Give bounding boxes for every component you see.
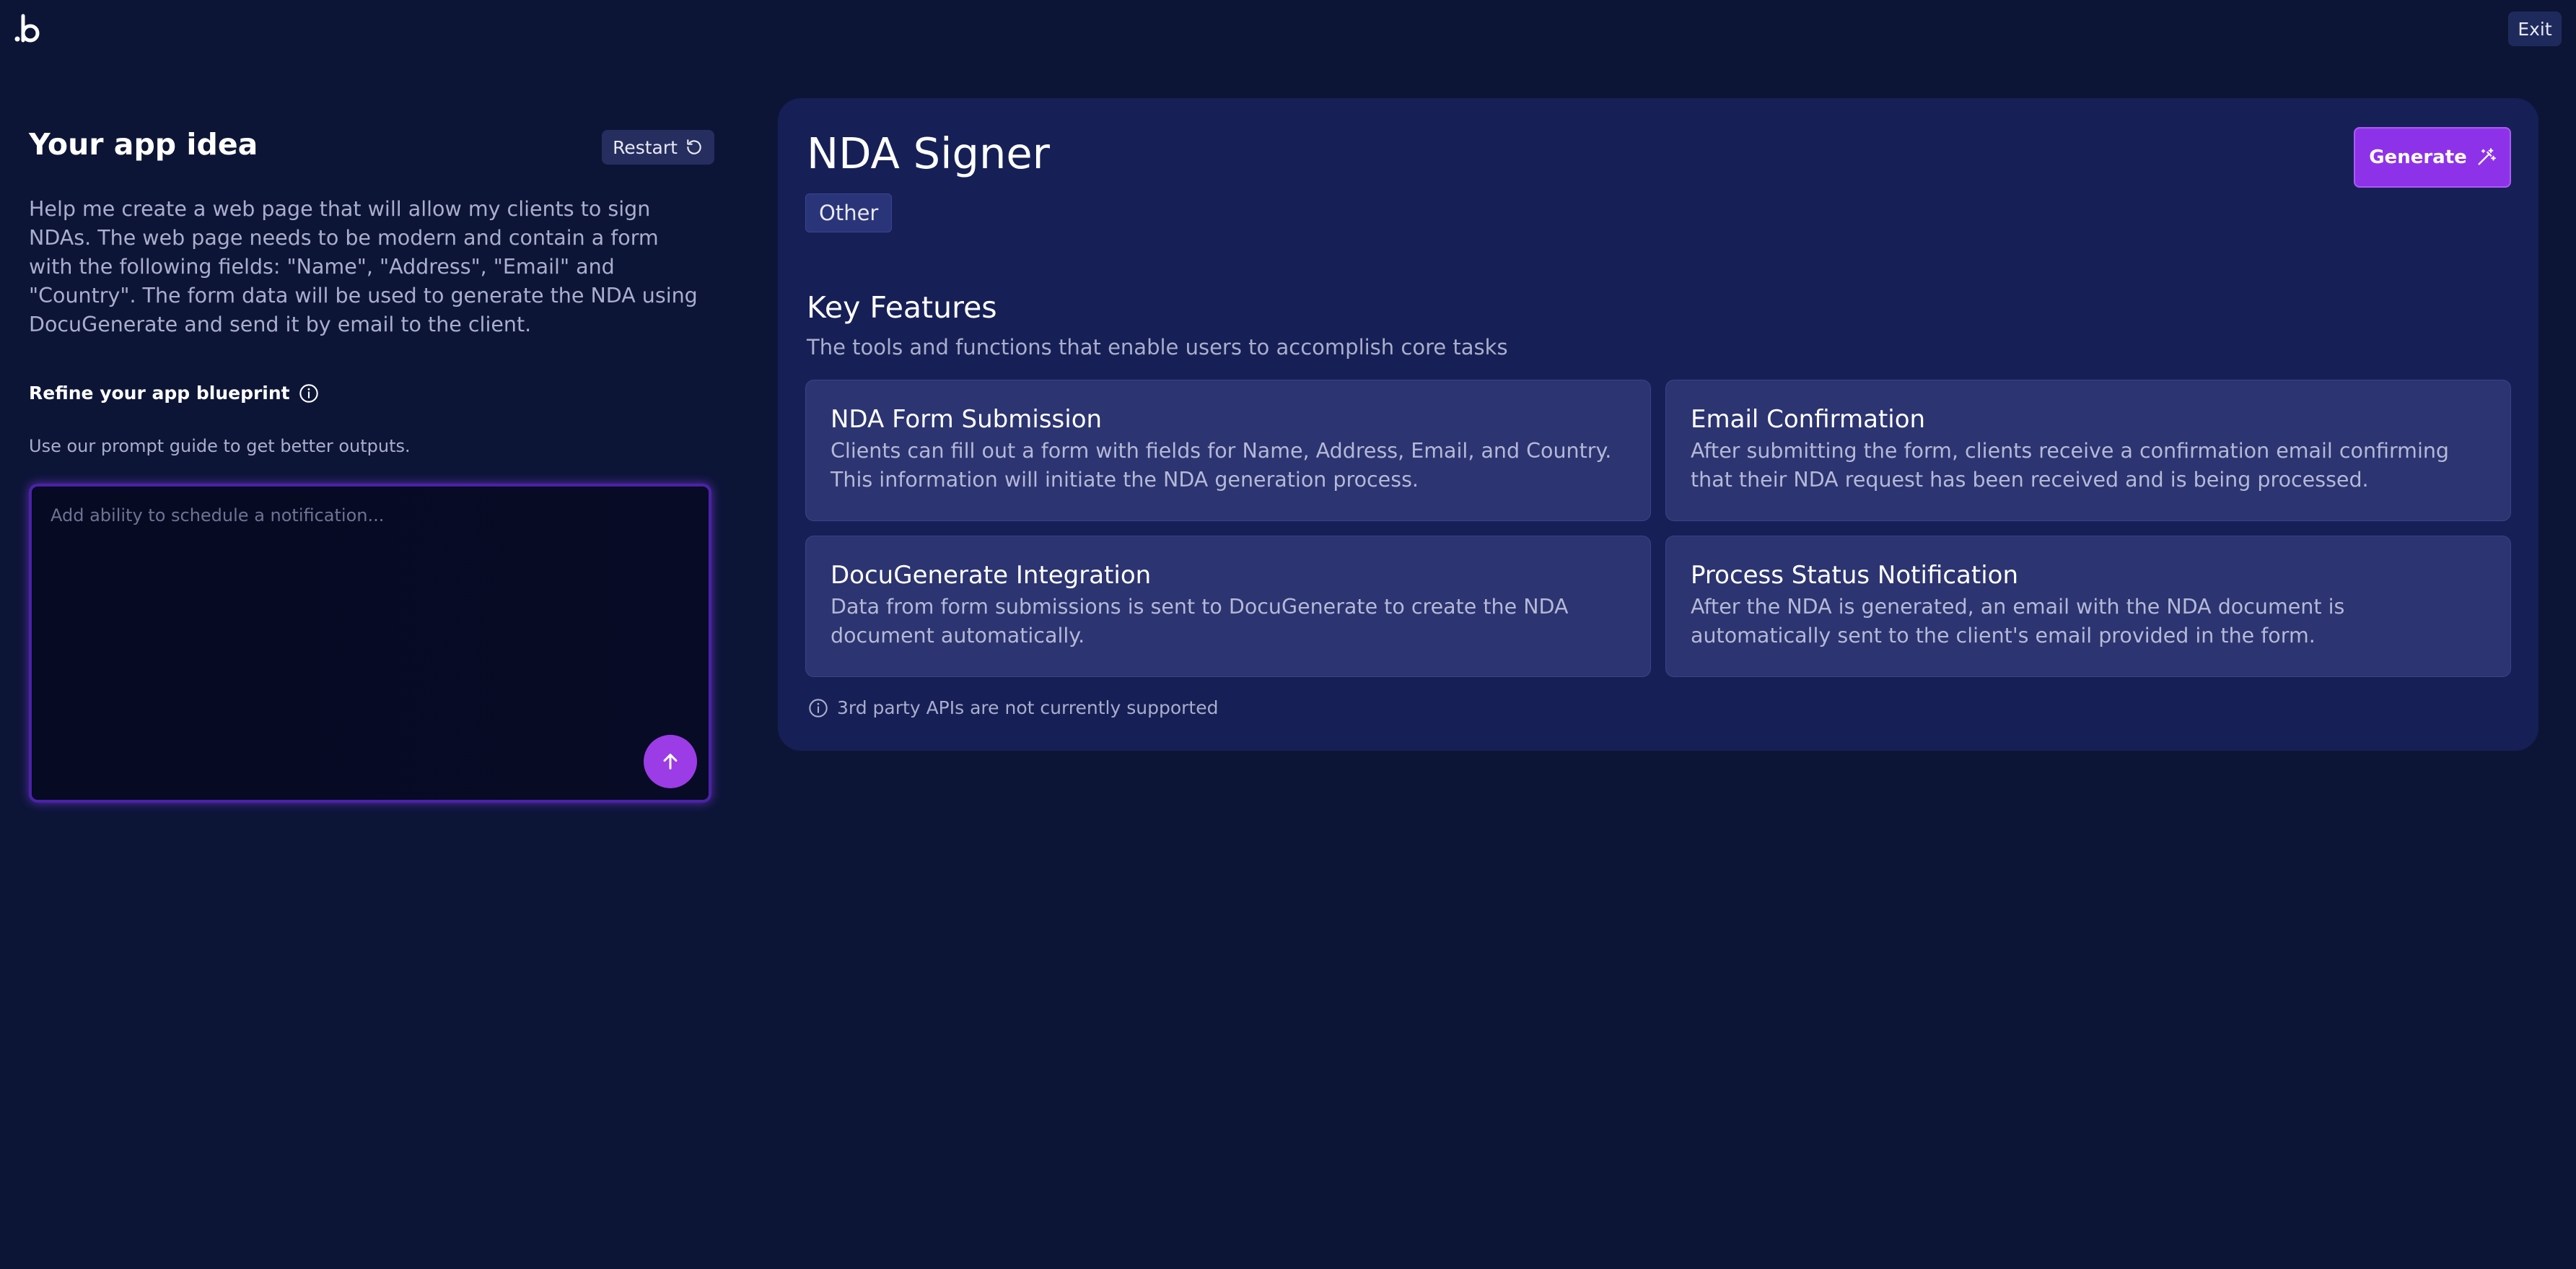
- key-features-subtitle: The tools and functions that enable user…: [807, 335, 1508, 359]
- restart-label: Restart: [613, 136, 678, 158]
- category-badge: Other: [805, 193, 893, 232]
- feature-title: NDA Form Submission: [831, 405, 1103, 434]
- restart-icon: [687, 139, 701, 154]
- feature-title: DocuGenerate Integration: [831, 561, 1152, 590]
- prompt-guide-hint: Use our prompt guide to get better outpu…: [29, 436, 411, 456]
- feature-card[interactable]: DocuGenerate Integration Data from form …: [805, 536, 1651, 677]
- app-idea-description: Help me create a web page that will allo…: [29, 197, 698, 336]
- feature-description: Clients can fill out a form with fields …: [831, 439, 1612, 492]
- refine-header: Refine your app blueprint: [29, 383, 319, 404]
- brand-logo-icon[interactable]: [13, 12, 42, 46]
- feature-description: After submitting the form, clients recei…: [1691, 439, 2450, 492]
- info-icon: [809, 698, 828, 718]
- exit-button[interactable]: Exit: [2508, 12, 2562, 46]
- send-button[interactable]: [644, 735, 697, 788]
- feature-title: Process Status Notification: [1691, 561, 2019, 590]
- generate-label: Generate: [2369, 147, 2467, 168]
- restart-button[interactable]: Restart: [602, 130, 714, 165]
- info-icon[interactable]: [299, 383, 319, 404]
- feature-title: Email Confirmation: [1691, 405, 1926, 434]
- api-support-note-text: 3rd party APIs are not currently support…: [837, 697, 1219, 718]
- prompt-box: [29, 484, 711, 803]
- feature-description: Data from form submissions is sent to Do…: [831, 595, 1569, 647]
- feature-card[interactable]: Process Status Notification After the ND…: [1665, 536, 2511, 677]
- key-features-title: Key Features: [807, 290, 997, 325]
- feature-description: After the NDA is generated, an email wit…: [1691, 595, 2345, 647]
- feature-card[interactable]: NDA Form Submission Clients can fill out…: [805, 380, 1651, 521]
- app-idea-title: Your app idea: [29, 127, 258, 162]
- app-name-title: NDA Signer: [807, 128, 1050, 178]
- magic-wand-icon: [2478, 148, 2496, 165]
- generate-button[interactable]: Generate: [2354, 127, 2511, 188]
- blueprint-panel: NDA Signer Other Generate Key Features T…: [778, 98, 2538, 751]
- api-support-note: 3rd party APIs are not currently support…: [808, 697, 1218, 718]
- refine-title: Refine your app blueprint: [29, 383, 290, 404]
- feature-card[interactable]: Email Confirmation After submitting the …: [1665, 380, 2511, 521]
- arrow-up-icon: [663, 754, 678, 769]
- prompt-input[interactable]: [49, 504, 684, 720]
